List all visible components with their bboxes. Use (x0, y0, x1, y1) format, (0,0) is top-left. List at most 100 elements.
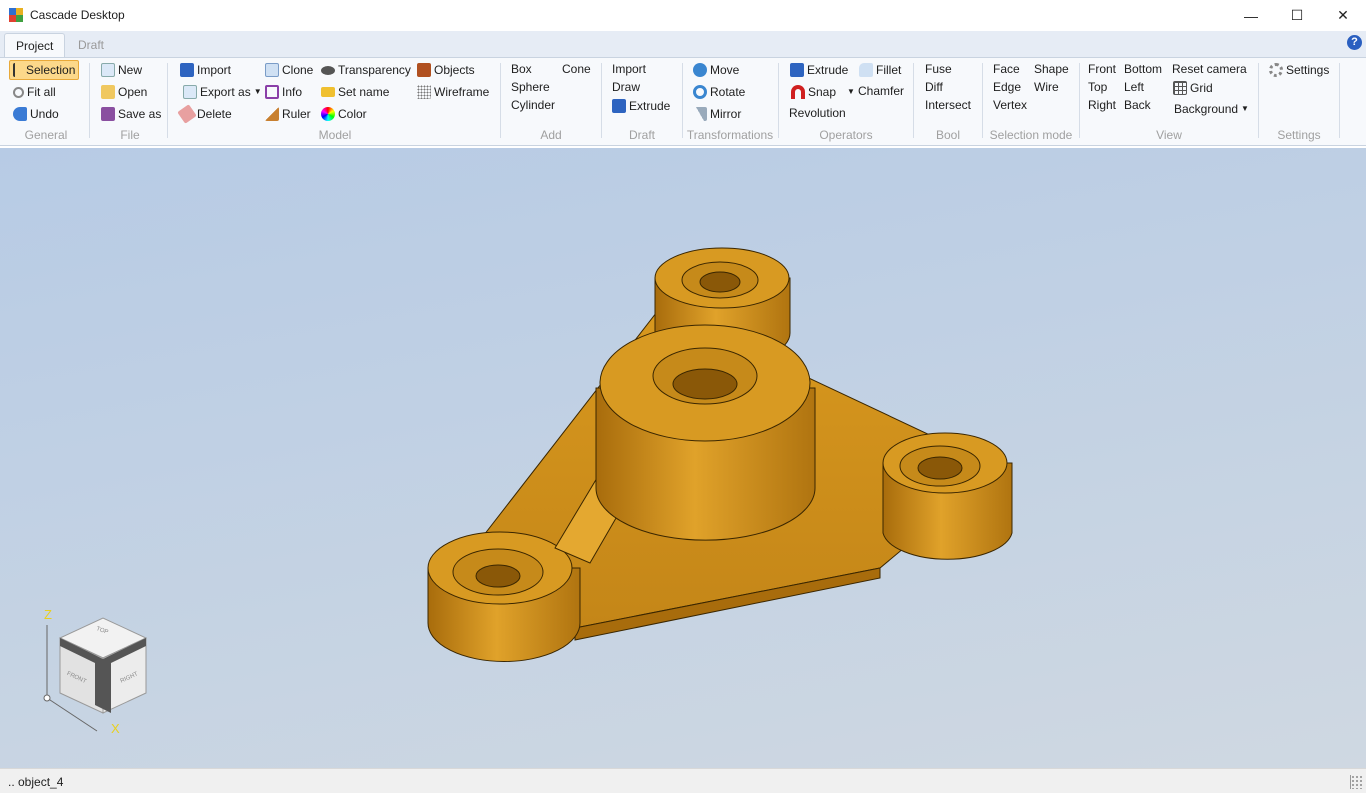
mirror-button[interactable]: Mirror (693, 104, 741, 124)
separator (89, 63, 90, 138)
axis-label-x: X (111, 721, 120, 736)
separator (1079, 63, 1080, 138)
floppy-icon (101, 107, 115, 121)
left-view-button[interactable]: Left (1124, 77, 1144, 97)
revolution-button[interactable]: Revolution (789, 103, 846, 123)
eraser-icon (177, 104, 197, 124)
import-icon (180, 63, 194, 77)
window-title: Cascade Desktop (30, 8, 125, 22)
group-label-transformations: Transformations (686, 128, 774, 142)
separator (1258, 63, 1259, 138)
fuse-button[interactable]: Fuse (925, 59, 952, 79)
move-button[interactable]: Move (693, 60, 739, 80)
background-dropdown[interactable]: Background ▼ (1174, 99, 1249, 119)
export-as-dropdown[interactable]: Export as ▼ (183, 82, 262, 102)
ruler-button[interactable]: Ruler (265, 104, 311, 124)
resize-grip-icon[interactable] (1350, 775, 1362, 789)
settings-button[interactable]: Settings (1269, 60, 1329, 80)
chamfer-button[interactable]: Chamfer (858, 81, 904, 101)
separator (778, 63, 779, 138)
fillet-button[interactable]: Fillet (859, 60, 901, 80)
front-view-button[interactable]: Front (1088, 59, 1116, 79)
extrude-icon (612, 99, 626, 113)
model-render (427, 247, 1013, 662)
ribbon: Selection Fit all Undo General New Open … (0, 57, 1366, 146)
clone-button[interactable]: Clone (265, 60, 313, 80)
cone-button[interactable]: Cone (562, 59, 591, 79)
group-label-add: Add (540, 128, 562, 142)
folder-icon (101, 85, 115, 99)
ruler-icon (265, 107, 279, 121)
rotate-icon (693, 85, 707, 99)
grid-button[interactable]: Grid (1173, 78, 1213, 98)
save-as-button[interactable]: Save as (101, 104, 161, 124)
back-view-button[interactable]: Back (1124, 95, 1151, 115)
cylinder-button[interactable]: Cylinder (511, 95, 555, 115)
objects-button[interactable]: Objects (417, 60, 475, 80)
edge-mode-button[interactable]: Edge (993, 77, 1021, 97)
tab-project[interactable]: Project (4, 33, 66, 57)
intersect-button[interactable]: Intersect (925, 95, 971, 115)
transparency-button[interactable]: Transparency (321, 60, 411, 80)
group-label-general: General (24, 128, 68, 142)
magnifier-icon (13, 86, 24, 98)
rotate-button[interactable]: Rotate (693, 82, 745, 102)
undo-button[interactable]: Undo (13, 104, 59, 124)
open-button[interactable]: Open (101, 82, 147, 102)
bottom-view-button[interactable]: Bottom (1124, 59, 1162, 79)
status-text: .. object_4 (8, 775, 64, 789)
dropdown-arrow-icon: ▼ (1241, 104, 1249, 113)
vertex-mode-button[interactable]: Vertex (993, 95, 1027, 115)
minimize-button[interactable]: — (1228, 0, 1274, 31)
separator (601, 63, 602, 138)
set-name-button[interactable]: Set name (321, 82, 389, 102)
wire-mode-button[interactable]: Wire (1034, 77, 1059, 97)
sphere-button[interactable]: Sphere (511, 77, 550, 97)
eye-icon (321, 65, 335, 75)
mirror-icon (693, 107, 707, 121)
draft-extrude-button[interactable]: Extrude (612, 96, 670, 116)
draft-import-button[interactable]: Import (612, 59, 646, 79)
group-label-operators: Operators (819, 128, 873, 142)
diff-button[interactable]: Diff (925, 77, 943, 97)
gear-icon (1269, 63, 1283, 77)
import-button[interactable]: Import (180, 60, 231, 80)
group-label-settings: Settings (1277, 128, 1321, 142)
reset-camera-button[interactable]: Reset camera (1172, 59, 1247, 79)
snap-dropdown[interactable]: Snap ▼ (791, 82, 855, 102)
separator (682, 63, 683, 138)
info-button[interactable]: Info (265, 82, 302, 102)
view-cube[interactable]: TOP FRONT RIGHT Z X (40, 607, 160, 736)
wireframe-button[interactable]: Wireframe (417, 82, 489, 102)
top-view-button[interactable]: Top (1088, 77, 1107, 97)
separator (1339, 63, 1340, 138)
extrude-icon (790, 63, 804, 77)
face-mode-button[interactable]: Face (993, 59, 1020, 79)
help-icon[interactable]: ? (1347, 35, 1362, 50)
delete-button[interactable]: Delete (177, 104, 232, 124)
color-wheel-icon (321, 107, 335, 121)
extrude-button[interactable]: Extrude (790, 60, 848, 80)
fit-all-button[interactable]: Fit all (13, 82, 56, 102)
shape-mode-button[interactable]: Shape (1034, 59, 1069, 79)
selection-button[interactable]: Selection (9, 60, 80, 80)
group-label-model: Model (318, 128, 352, 142)
label-icon (321, 87, 335, 97)
dropdown-arrow-icon: ▼ (253, 87, 262, 96)
box-button[interactable]: Box (511, 59, 532, 79)
color-button[interactable]: Color (321, 104, 367, 124)
move-arrows-icon (693, 63, 707, 77)
group-label-file: File (120, 128, 140, 142)
undo-icon (13, 107, 27, 121)
model-part (427, 247, 1013, 662)
draw-button[interactable]: Draw (612, 77, 640, 97)
right-view-button[interactable]: Right (1088, 95, 1116, 115)
objects-icon (417, 63, 431, 77)
tab-draft[interactable]: Draft (67, 33, 115, 57)
close-button[interactable]: ✕ (1320, 0, 1366, 31)
separator (913, 63, 914, 138)
3d-viewport[interactable]: TOP FRONT RIGHT Z X (0, 148, 1366, 768)
new-button[interactable]: New (101, 60, 142, 80)
maximize-button[interactable]: ☐ (1274, 0, 1320, 31)
group-label-view: View (1156, 128, 1182, 142)
